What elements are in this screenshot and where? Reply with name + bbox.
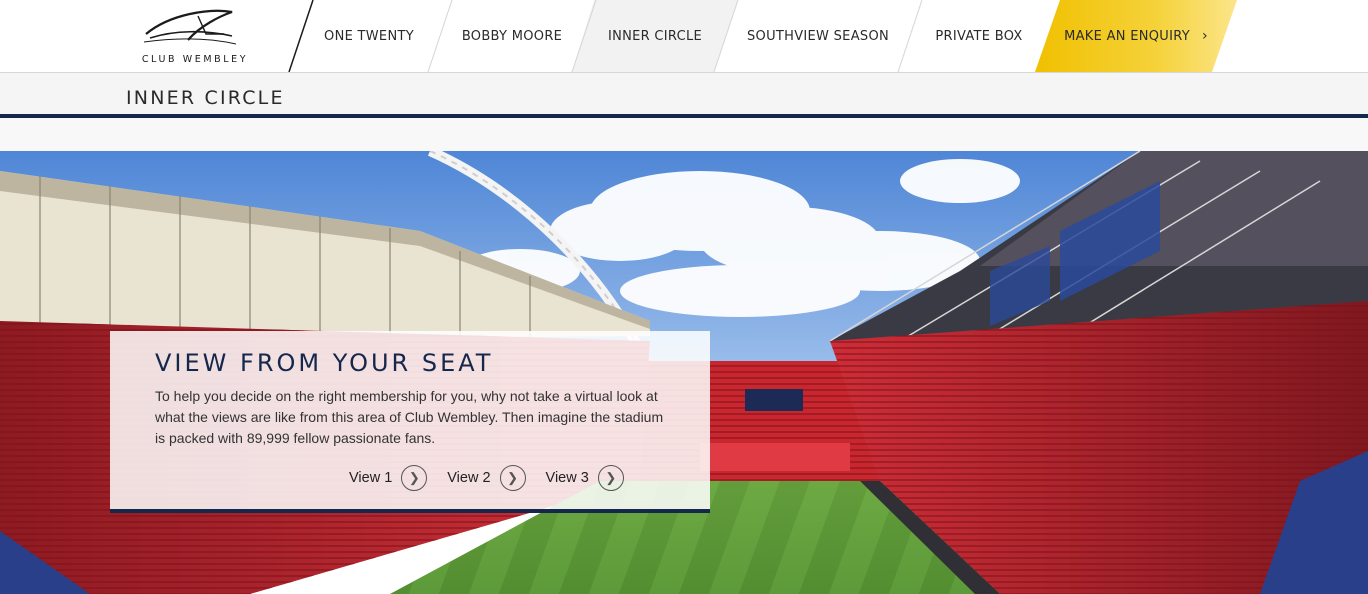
section-bar: INNER CIRCLE [0, 73, 1368, 114]
view-label: View 2 [447, 470, 491, 486]
make-an-enquiry-button[interactable]: MAKE AN ENQUIRY › [1036, 0, 1236, 72]
enquiry-label: MAKE AN ENQUIRY [1064, 28, 1190, 44]
view-label: View 1 [349, 470, 393, 486]
nav-item-one-twenty[interactable]: ONE TWENTY [320, 0, 418, 72]
nav-item-southview-season[interactable]: SOUTHVIEW SEASON [736, 0, 900, 72]
spacer-band [0, 118, 1368, 151]
circle-chevron-right-icon: ❯ [597, 465, 624, 491]
logo-divider [288, 0, 314, 72]
circle-chevron-right-icon: ❯ [401, 465, 428, 491]
chevron-right-icon: › [1202, 28, 1208, 44]
panel-heading: VIEW FROM YOUR SEAT [155, 349, 494, 377]
view-from-seat-panel: VIEW FROM YOUR SEAT To help you decide o… [110, 331, 710, 513]
nav-item-private-box[interactable]: PRIVATE BOX [922, 0, 1036, 72]
nav-divider [897, 0, 923, 72]
circle-chevron-right-icon: ❯ [499, 465, 526, 491]
panel-description: To help you decide on the right membersh… [155, 388, 664, 446]
page-title: INNER CIRCLE [126, 87, 285, 109]
view-label: View 3 [545, 470, 589, 486]
view-1-link[interactable]: View 1 ❯ [349, 465, 428, 491]
nav-divider [427, 0, 453, 72]
view-links: View 1 ❯ View 2 ❯ View 3 ❯ [349, 465, 644, 491]
top-navigation: CLUB WEMBLEY ONE TWENTY BOBBY MOORE INNE… [0, 0, 1368, 73]
nav-item-inner-circle[interactable]: INNER CIRCLE [596, 0, 714, 72]
view-2-link[interactable]: View 2 ❯ [447, 465, 526, 491]
nav-item-bobby-moore[interactable]: BOBBY MOORE [452, 0, 572, 72]
view-3-link[interactable]: View 3 ❯ [546, 465, 624, 491]
